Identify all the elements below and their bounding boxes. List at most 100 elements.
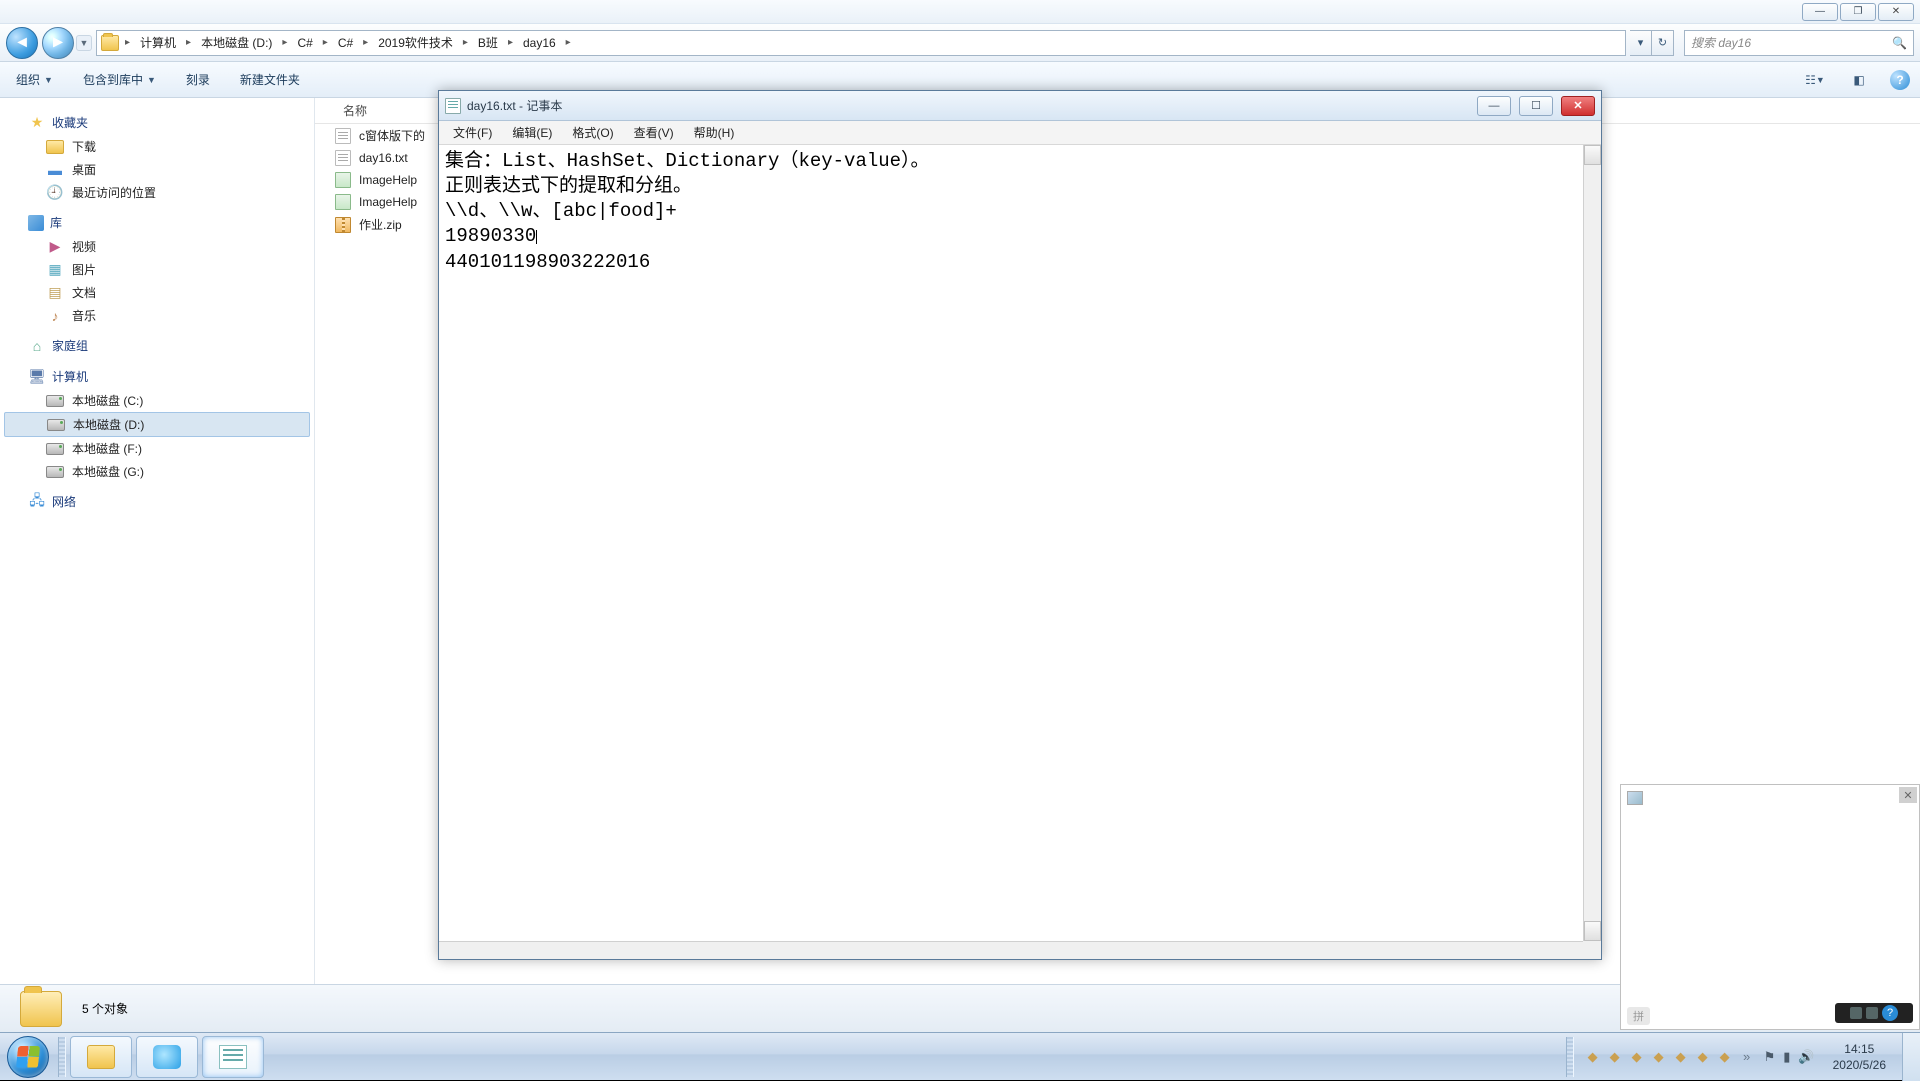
text-file-icon [335,128,351,144]
address-bar[interactable]: ▸ 计算机▸ 本地磁盘 (D:)▸ C#▸ C#▸ 2019软件技术▸ B班▸ … [96,30,1626,56]
breadcrumb-sep: ▸ [121,37,134,48]
popup-panel: ✕ 拼 ? [1620,784,1920,1030]
notepad-maximize-button[interactable]: ☐ [1519,96,1553,116]
explorer-close-button[interactable]: ✕ [1878,3,1914,21]
system-icons: ⚑ ▮ 🔊 [1764,1049,1815,1065]
notepad-close-button[interactable]: ✕ [1561,96,1595,116]
notepad-minimize-button[interactable]: — [1477,96,1511,116]
search-placeholder: 搜索 day16 [1691,34,1751,51]
breadcrumb[interactable]: day16 [519,34,560,52]
include-in-library-button[interactable]: 包含到库中▼ [77,67,162,92]
sidebar-item-drive-f[interactable]: 本地磁盘 (F:) [0,437,314,460]
taskbar-clock[interactable]: 14:15 2020/5/26 [1825,1041,1894,1073]
notepad-icon [445,98,461,114]
sidebar-item-music[interactable]: ♪音乐 [0,304,314,327]
taskbar-item-app[interactable] [136,1036,198,1078]
sidebar-group-computer[interactable]: 🖥计算机 [0,364,314,389]
burn-button[interactable]: 刻录 [180,67,216,92]
breadcrumb[interactable]: C# [334,34,357,52]
breadcrumb[interactable]: 2019软件技术 [374,32,457,53]
folder-icon [87,1045,115,1069]
notepad-icon [219,1045,247,1069]
sidebar-item-downloads[interactable]: 下载 [0,135,314,158]
search-icon: 🔍 [1892,36,1907,50]
address-dropdown-button[interactable]: ▾ [1630,30,1652,56]
sidebar-group-homegroup[interactable]: ⌂家庭组 [0,333,314,358]
scroll-corner [1583,941,1601,959]
clock-date: 2020/5/26 [1833,1057,1886,1073]
nav-back-button[interactable]: ◄ [6,27,38,59]
tray-overflow-icon[interactable]: » [1740,1050,1754,1064]
notepad-text-area[interactable]: 集合：List、HashSet、Dictionary（key-value）。 正… [439,145,1583,941]
tray-icon[interactable]: ◆ [1696,1050,1710,1064]
app-icon [153,1045,181,1069]
explorer-titlebar[interactable]: — ❐ ✕ [0,0,1920,24]
start-button[interactable] [0,1033,56,1081]
volume-icon[interactable]: 🔊 [1798,1049,1814,1065]
nav-forward-button[interactable]: ► [42,27,74,59]
sidebar-item-recent[interactable]: 🕘最近访问的位置 [0,181,314,204]
zip-file-icon [335,217,351,233]
notepad-window: day16.txt - 记事本 — ☐ ✕ 文件(F) 编辑(E) 格式(O) … [438,90,1602,960]
show-desktop-button[interactable] [1902,1033,1920,1081]
folder-icon [20,991,62,1027]
system-tray: ◆ ◆ ◆ ◆ ◆ ◆ ◆ » ⚑ ▮ 🔊 14:15 2020/5/26 [1556,1037,1902,1077]
flag-icon[interactable]: ⚑ [1764,1049,1776,1065]
battery-icon[interactable]: ▮ [1783,1049,1790,1065]
organize-button[interactable]: 组织▼ [10,67,59,92]
sidebar-group-network[interactable]: 🖧网络 [0,489,314,514]
sidebar-item-drive-d[interactable]: 本地磁盘 (D:) [4,412,310,437]
view-options-button[interactable]: ☷ ▼ [1802,69,1828,91]
menu-format[interactable]: 格式(O) [562,121,623,144]
preview-pane-button[interactable]: ◧ [1846,69,1872,91]
taskbar-separator [1566,1037,1574,1077]
help-button[interactable]: ? [1890,70,1910,90]
horizontal-scrollbar[interactable] [439,941,1583,959]
search-input[interactable]: 搜索 day16 🔍 [1684,30,1914,56]
sidebar-item-documents[interactable]: ▤文档 [0,281,314,304]
address-refresh-button[interactable]: ↻ [1652,30,1674,56]
menu-help[interactable]: 帮助(H) [684,121,745,144]
tray-icons-grid: ◆ ◆ ◆ ◆ ◆ ◆ ◆ » [1586,1050,1754,1064]
tray-icon[interactable]: ◆ [1586,1050,1600,1064]
sidebar-item-drive-g[interactable]: 本地磁盘 (G:) [0,460,314,483]
tray-icon[interactable]: ◆ [1652,1050,1666,1064]
menu-file[interactable]: 文件(F) [443,121,502,144]
explorer-sidebar: ★收藏夹 下载 ▬桌面 🕘最近访问的位置 库 ▶视频 ▦图片 ▤文档 ♪音乐 ⌂… [0,98,315,984]
tray-icon[interactable]: ◆ [1674,1050,1688,1064]
popup-badge[interactable]: ? [1835,1003,1913,1023]
broken-image-icon [1627,791,1643,805]
explorer-minimize-button[interactable]: — [1802,3,1838,21]
tray-icon[interactable]: ◆ [1718,1050,1732,1064]
tray-icon[interactable]: ◆ [1608,1050,1622,1064]
clock-time: 14:15 [1833,1041,1886,1057]
breadcrumb[interactable]: 本地磁盘 (D:) [197,32,276,53]
menu-view[interactable]: 查看(V) [624,121,684,144]
new-folder-button[interactable]: 新建文件夹 [234,67,306,92]
explorer-nav-row: ◄ ► ▼ ▸ 计算机▸ 本地磁盘 (D:)▸ C#▸ C#▸ 2019软件技术… [0,24,1920,62]
vertical-scrollbar[interactable] [1583,145,1601,941]
explorer-maximize-button[interactable]: ❐ [1840,3,1876,21]
menu-edit[interactable]: 编辑(E) [502,121,562,144]
tray-icon[interactable]: ◆ [1630,1050,1644,1064]
folder-icon [101,35,119,51]
notepad-title: day16.txt - 记事本 [467,97,1469,114]
sidebar-group-libraries[interactable]: 库 [0,210,314,235]
sidebar-item-desktop[interactable]: ▬桌面 [0,158,314,181]
sidebar-item-drive-c[interactable]: 本地磁盘 (C:) [0,389,314,412]
windows-orb-icon [7,1036,49,1078]
popup-close-button[interactable]: ✕ [1899,787,1917,803]
taskbar-item-explorer[interactable] [70,1036,132,1078]
sidebar-item-videos[interactable]: ▶视频 [0,235,314,258]
notepad-body: 集合：List、HashSet、Dictionary（key-value）。 正… [439,145,1601,959]
breadcrumb[interactable]: B班 [474,32,502,53]
nav-history-dropdown[interactable]: ▼ [76,35,92,51]
breadcrumb[interactable]: C# [293,34,316,52]
notepad-titlebar[interactable]: day16.txt - 记事本 — ☐ ✕ [439,91,1601,121]
breadcrumb[interactable]: 计算机 [136,32,180,53]
cs-file-icon [335,194,351,210]
sidebar-item-pictures[interactable]: ▦图片 [0,258,314,281]
taskbar-item-notepad[interactable] [202,1036,264,1078]
sidebar-group-favorites[interactable]: ★收藏夹 [0,110,314,135]
notepad-menubar: 文件(F) 编辑(E) 格式(O) 查看(V) 帮助(H) [439,121,1601,145]
